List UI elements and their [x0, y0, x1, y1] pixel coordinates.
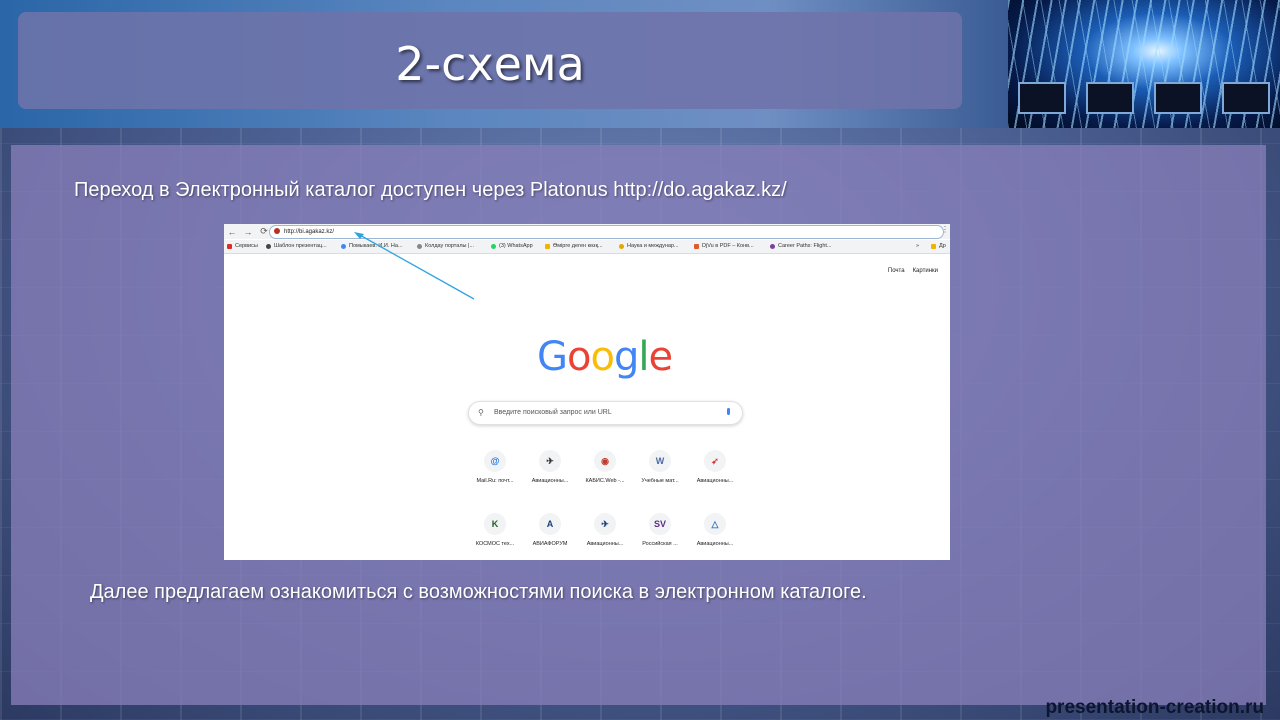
shortcut-label: КАБИС.Web -... — [585, 478, 625, 484]
shortcut-label: Авиационны... — [531, 478, 569, 484]
bookmark-item[interactable]: Помыкаев. И.И. На... — [341, 240, 402, 253]
bookmark-label: Др — [939, 243, 946, 249]
apps-icon — [227, 244, 232, 249]
shortcut-tile[interactable]: ◉ КАБИС.Web -... — [577, 450, 633, 484]
address-bar[interactable]: http://bi.agakaz.kz/ — [269, 225, 944, 239]
shortcut-tile[interactable]: W Учебные мат... — [632, 450, 688, 484]
back-icon[interactable]: ← — [224, 227, 240, 237]
bookmark-label: Наука и междунар... — [627, 243, 679, 249]
shortcut-icon: W — [649, 450, 671, 472]
shortcut-label: Авиационны... — [696, 541, 734, 547]
monitor-row — [1008, 82, 1280, 122]
page-icon — [619, 244, 624, 249]
bookmark-item[interactable]: DjVu в PDF – Конв... — [694, 240, 754, 253]
shortcut-icon: @ — [484, 450, 506, 472]
whatsapp-icon — [491, 244, 496, 249]
shortcut-tile[interactable]: ✈ Авиационны... — [522, 450, 578, 484]
shortcut-label: Авиационны... — [586, 541, 624, 547]
forward-icon[interactable]: → — [240, 227, 256, 237]
monitor-shape — [1086, 82, 1134, 114]
bookmark-item[interactable]: Career Paths: Flight... — [770, 240, 832, 253]
shortcut-label: Авиационны... — [696, 478, 734, 484]
microphone-icon[interactable] — [727, 408, 730, 415]
address-text: http://bi.agakaz.kz/ — [284, 229, 335, 235]
monitor-shape — [1154, 82, 1202, 114]
pdf-icon — [694, 244, 699, 249]
logo-letter: G — [537, 334, 568, 380]
logo-letter: l — [638, 334, 649, 380]
logo-letter: o — [567, 334, 592, 380]
search-placeholder: Введите поисковый запрос или URL — [494, 409, 612, 416]
site-favicon-icon — [274, 228, 280, 235]
shortcut-tile[interactable]: A АВИАФОРУМ — [522, 513, 578, 547]
bookmark-label: Өмірге деген көзқ... — [553, 243, 603, 249]
title-box: 2-схема — [18, 12, 962, 109]
shortcut-label: Учебные мат... — [641, 478, 679, 484]
bookmark-item[interactable]: Др — [931, 240, 946, 253]
intro-text: Переход в Электронный каталог доступен ч… — [74, 179, 787, 201]
page-icon — [417, 244, 422, 249]
globe-icon — [341, 244, 346, 249]
google-top-links: Почта Картинки — [880, 268, 938, 274]
shortcut-label: Российская ... — [642, 541, 678, 547]
shortcut-label: АВИАФОРУМ — [532, 541, 568, 547]
logo-letter: g — [613, 334, 639, 380]
globe-icon — [266, 244, 271, 249]
shortcut-tile[interactable]: @ Mail.Ru: почт... — [467, 450, 523, 484]
shortcut-label: КОСМОС тех... — [475, 541, 515, 547]
shortcut-tile[interactable]: ➶ Авиационны... — [687, 450, 743, 484]
shortcut-icon: SV — [649, 513, 671, 535]
folder-icon — [931, 244, 936, 249]
bookmark-label: Шаблон презентац... — [274, 243, 327, 249]
bookmark-item[interactable]: Өмірге деген көзқ... — [545, 240, 603, 253]
bookmark-item[interactable]: Шаблон презентац... — [266, 240, 327, 253]
logo-letter: o — [590, 334, 615, 380]
shortcut-icon: ➶ — [704, 450, 726, 472]
footer-watermark: presentation-creation.ru — [1045, 697, 1264, 718]
monitor-shape — [1222, 82, 1270, 114]
search-box[interactable]: ⚲ Введите поисковый запрос или URL — [468, 401, 743, 425]
shortcut-icon: ◉ — [594, 450, 616, 472]
google-logo: Google — [537, 334, 673, 380]
bookmark-item[interactable]: Колдау порталы |... — [417, 240, 474, 253]
bookmark-item[interactable]: (3) WhatsApp — [491, 240, 533, 253]
bookmarks-more-button[interactable]: » — [916, 240, 919, 253]
bookmark-label: (3) WhatsApp — [499, 243, 533, 249]
logo-letter: e — [648, 334, 673, 380]
monitor-shape — [1018, 82, 1066, 114]
mail-link[interactable]: Почта — [888, 268, 905, 274]
bookmark-label: Колдау порталы |... — [425, 243, 475, 249]
shortcut-icon: K — [484, 513, 506, 535]
search-icon: ⚲ — [478, 408, 484, 417]
shortcut-icon: △ — [704, 513, 726, 535]
bookmark-label: Сервисы — [235, 243, 258, 249]
shortcut-icon: ✈ — [539, 450, 561, 472]
globe-icon — [770, 244, 775, 249]
shortcut-tile[interactable]: SV Российская ... — [632, 513, 688, 547]
images-link[interactable]: Картинки — [913, 268, 938, 274]
bookmark-label: Помыкаев. И.И. На... — [349, 243, 403, 249]
shortcut-tile[interactable]: △ Авиационны... — [687, 513, 743, 547]
slide-title: 2-схема — [395, 37, 585, 91]
folder-icon — [545, 244, 550, 249]
next-step-text: Далее предлагаем ознакомиться с возможно… — [90, 581, 867, 603]
bookmark-item[interactable]: Сервисы — [227, 240, 258, 253]
bookmark-item[interactable]: Наука и междунар... — [619, 240, 679, 253]
shortcut-tile[interactable]: ✈ Авиационны... — [577, 513, 633, 547]
shortcut-icon: ✈ — [594, 513, 616, 535]
bookmark-label: Career Paths: Flight... — [778, 243, 832, 249]
shortcut-icon: A — [539, 513, 561, 535]
corner-decoration-image — [1008, 0, 1280, 128]
menu-icon[interactable]: ⋮ — [941, 225, 949, 234]
bookmarks-bar: Сервисы Шаблон презентац... Помыкаев. И.… — [224, 240, 950, 254]
shortcut-tile[interactable]: K КОСМОС тех... — [467, 513, 523, 547]
browser-screenshot: ← → ⟳ http://bi.agakaz.kz/ ⋮ Сервисы Шаб… — [224, 224, 950, 560]
bookmark-label: DjVu в PDF – Конв... — [702, 243, 754, 249]
shortcut-label: Mail.Ru: почт... — [476, 478, 514, 484]
